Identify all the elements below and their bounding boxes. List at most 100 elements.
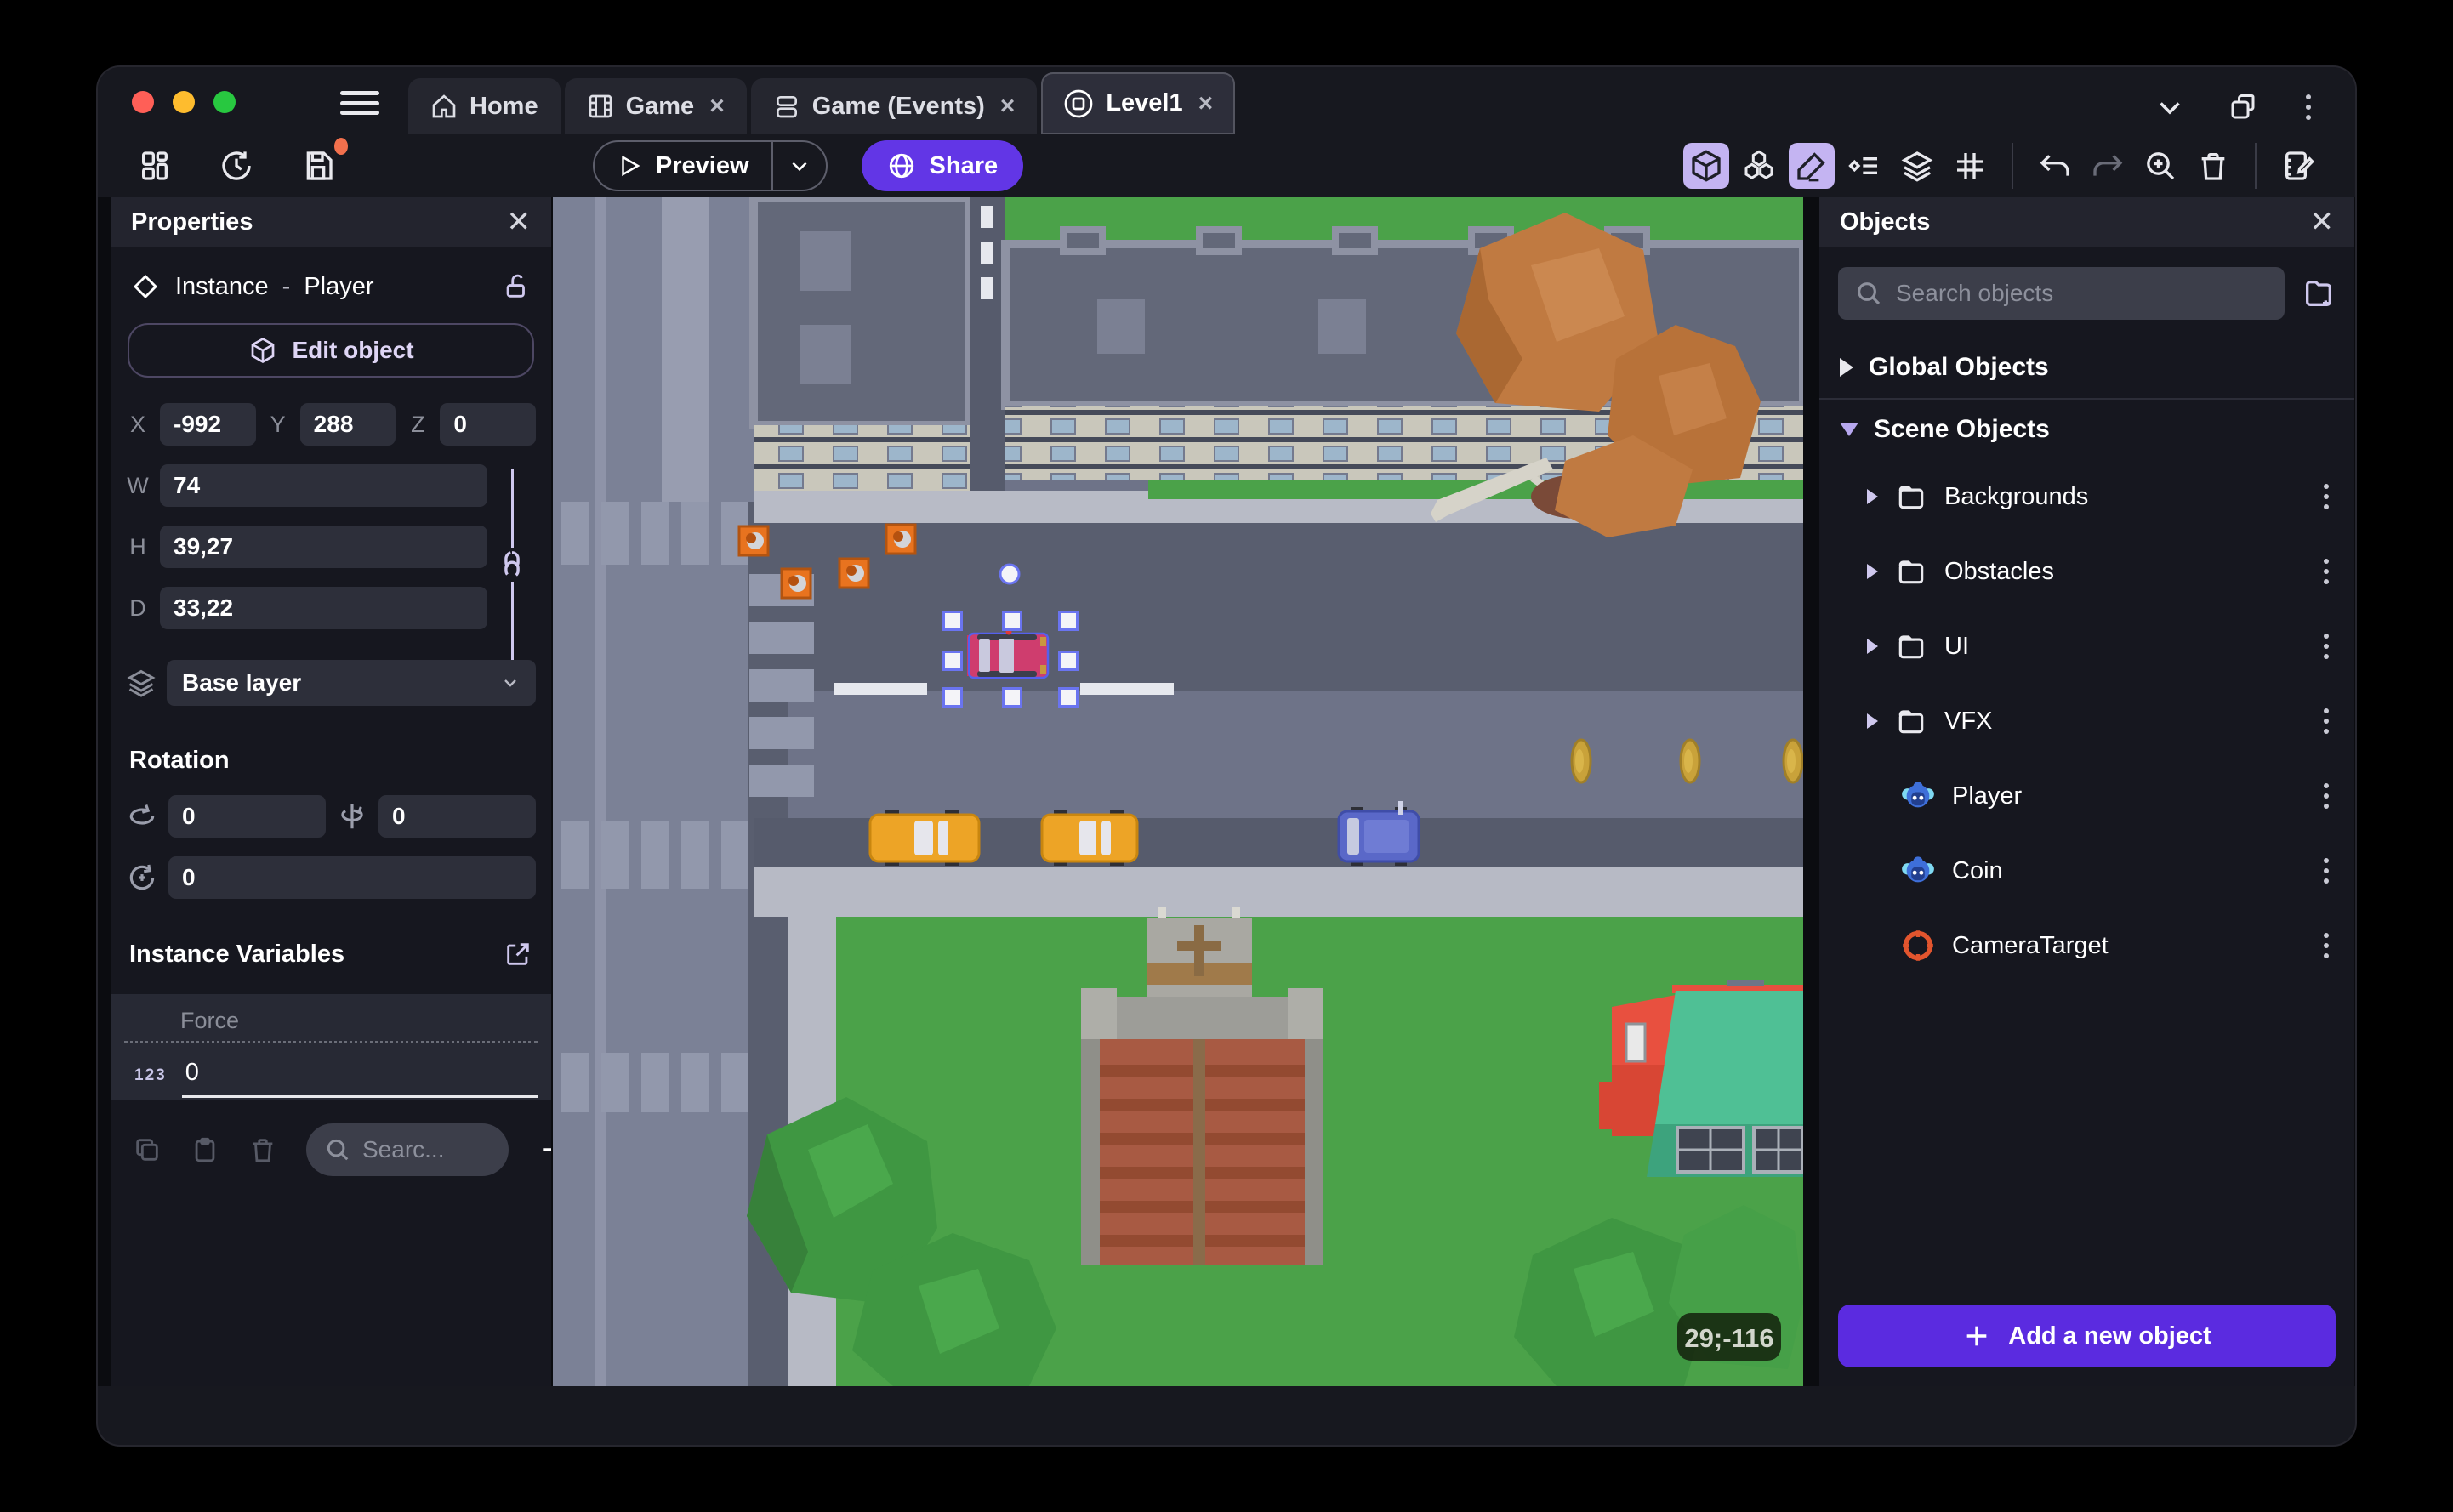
group-global-objects[interactable]: Global Objects [1819, 337, 2354, 398]
tab-game-events[interactable]: Game (Events) × [750, 78, 1038, 134]
paste-icon[interactable] [191, 1135, 219, 1164]
edit-object-button[interactable]: Edit object [128, 323, 534, 378]
chevron-right-icon[interactable] [1867, 713, 1878, 729]
layer-select[interactable]: Base layer [167, 660, 536, 706]
traffic-car-yellow-2[interactable] [1040, 810, 1139, 866]
maximize-window-button[interactable] [213, 91, 236, 113]
traffic-car-yellow-1[interactable] [868, 810, 981, 866]
delete-variable-icon[interactable] [248, 1135, 277, 1164]
position-row: X Y Z [126, 403, 537, 446]
group-label: Scene Objects [1874, 415, 2050, 443]
variables-search[interactable] [306, 1123, 509, 1176]
chain-link-icon [504, 551, 520, 578]
row-menu-icon[interactable] [2319, 853, 2334, 889]
preview-button[interactable]: Preview [592, 140, 828, 191]
variables-search-input[interactable] [362, 1136, 490, 1163]
tree-folder-obstacles[interactable]: Obstacles [1819, 534, 2354, 609]
object-label: Player [1952, 782, 2023, 810]
objects-search[interactable] [1838, 267, 2285, 320]
share-label: Share [929, 151, 999, 179]
row-menu-icon[interactable] [2319, 703, 2334, 739]
tree-object-player[interactable]: Player [1819, 759, 2354, 833]
add-new-object-button[interactable]: Add a new object [1838, 1305, 2336, 1367]
height-input[interactable] [160, 526, 487, 568]
proportional-resize-toggle[interactable] [488, 464, 536, 660]
x-input[interactable] [160, 403, 256, 446]
minimize-window-button[interactable] [173, 91, 195, 113]
tab-game[interactable]: Game × [564, 78, 747, 134]
grid-icon[interactable] [1947, 143, 1993, 189]
redo-icon[interactable] [2085, 143, 2131, 189]
unlock-icon[interactable] [502, 272, 531, 301]
close-icon[interactable]: ✕ [2310, 207, 2335, 236]
layout-panels-icon[interactable] [132, 143, 178, 189]
objects-search-input[interactable] [1896, 280, 2268, 307]
variable-value[interactable]: 0 [181, 1059, 538, 1098]
tree-folder-vfx[interactable]: VFX [1819, 684, 2354, 759]
player-object-icon [1902, 782, 1934, 808]
traffic-car-blue[interactable] [1337, 801, 1420, 866]
z-label: Z [411, 411, 425, 437]
scene-canvas[interactable]: 29;-116 [553, 197, 1803, 1386]
variable-row[interactable]: Force 123 0 [111, 994, 551, 1100]
add-folder-icon[interactable] [2302, 276, 2336, 310]
chevron-down-icon [504, 679, 516, 687]
y-input[interactable] [299, 403, 396, 446]
close-window-button[interactable] [132, 91, 154, 113]
rotation-x-input[interactable] [168, 795, 326, 838]
tab-close-icon[interactable]: × [1198, 90, 1214, 117]
edit-scene-properties-icon[interactable] [2275, 143, 2321, 189]
3d-view-icon[interactable] [1683, 143, 1729, 189]
undo-icon[interactable] [2032, 143, 2078, 189]
group-label: Global Objects [1869, 353, 2049, 381]
main-menu-icon[interactable] [340, 88, 379, 118]
tab-close-icon[interactable]: × [709, 94, 725, 119]
kebab-menu-icon[interactable] [2301, 89, 2316, 125]
tree-folder-backgrounds[interactable]: Backgrounds [1819, 459, 2354, 534]
rotation-z-input[interactable] [168, 856, 536, 899]
row-menu-icon[interactable] [2319, 778, 2334, 814]
rotate-x-icon [129, 804, 155, 825]
row-menu-icon[interactable] [2319, 554, 2334, 589]
add-variable-icon[interactable] [538, 1134, 551, 1166]
chevron-right-icon[interactable] [1867, 489, 1878, 504]
zoom-in-icon[interactable] [2137, 143, 2183, 189]
titlebar-right-controls [2154, 89, 2316, 125]
save-icon[interactable] [295, 138, 348, 189]
instances-list-icon[interactable] [1841, 143, 1887, 189]
objects-stack-icon[interactable] [1736, 143, 1782, 189]
tree-folder-ui[interactable]: UI [1819, 609, 2354, 684]
extensions-icon[interactable] [2228, 92, 2258, 122]
building-left [749, 197, 974, 491]
chevron-right-icon[interactable] [1867, 564, 1878, 579]
trash-icon[interactable] [2190, 143, 2236, 189]
close-icon[interactable]: ✕ [507, 207, 532, 236]
preview-options-chevron[interactable] [771, 142, 826, 190]
group-scene-objects[interactable]: Scene Objects [1819, 398, 2354, 459]
edit-mode-pencil-icon[interactable] [1789, 143, 1835, 189]
row-menu-icon[interactable] [2319, 628, 2334, 664]
rotate-handle[interactable] [999, 563, 1021, 585]
rotation-y-input[interactable] [378, 795, 536, 838]
tree-object-cameratarget[interactable]: CameraTarget [1819, 908, 2354, 983]
width-input[interactable] [160, 464, 487, 507]
z-input[interactable] [440, 403, 537, 446]
tab-close-icon[interactable]: × [1000, 94, 1016, 119]
copy-icon[interactable] [133, 1135, 162, 1164]
toolbar-divider [2255, 143, 2257, 189]
chevron-down-icon[interactable] [2154, 92, 2185, 122]
row-menu-icon[interactable] [2319, 928, 2334, 963]
chevron-right-icon[interactable] [1867, 639, 1878, 654]
variable-name[interactable]: Force [124, 1008, 538, 1043]
tab-home[interactable]: Home [408, 78, 561, 134]
tab-level1[interactable]: Level1 × [1041, 72, 1236, 134]
open-external-icon[interactable] [504, 940, 532, 969]
tree-object-coin[interactable]: Coin [1819, 833, 2354, 908]
layers-icon[interactable] [1894, 143, 1940, 189]
row-menu-icon[interactable] [2319, 479, 2334, 514]
history-icon[interactable] [213, 143, 259, 189]
camera-target-icon [1903, 930, 1933, 961]
share-button[interactable]: Share [861, 140, 1024, 191]
depth-input[interactable] [160, 587, 487, 629]
folder-label: Backgrounds [1944, 482, 2089, 510]
